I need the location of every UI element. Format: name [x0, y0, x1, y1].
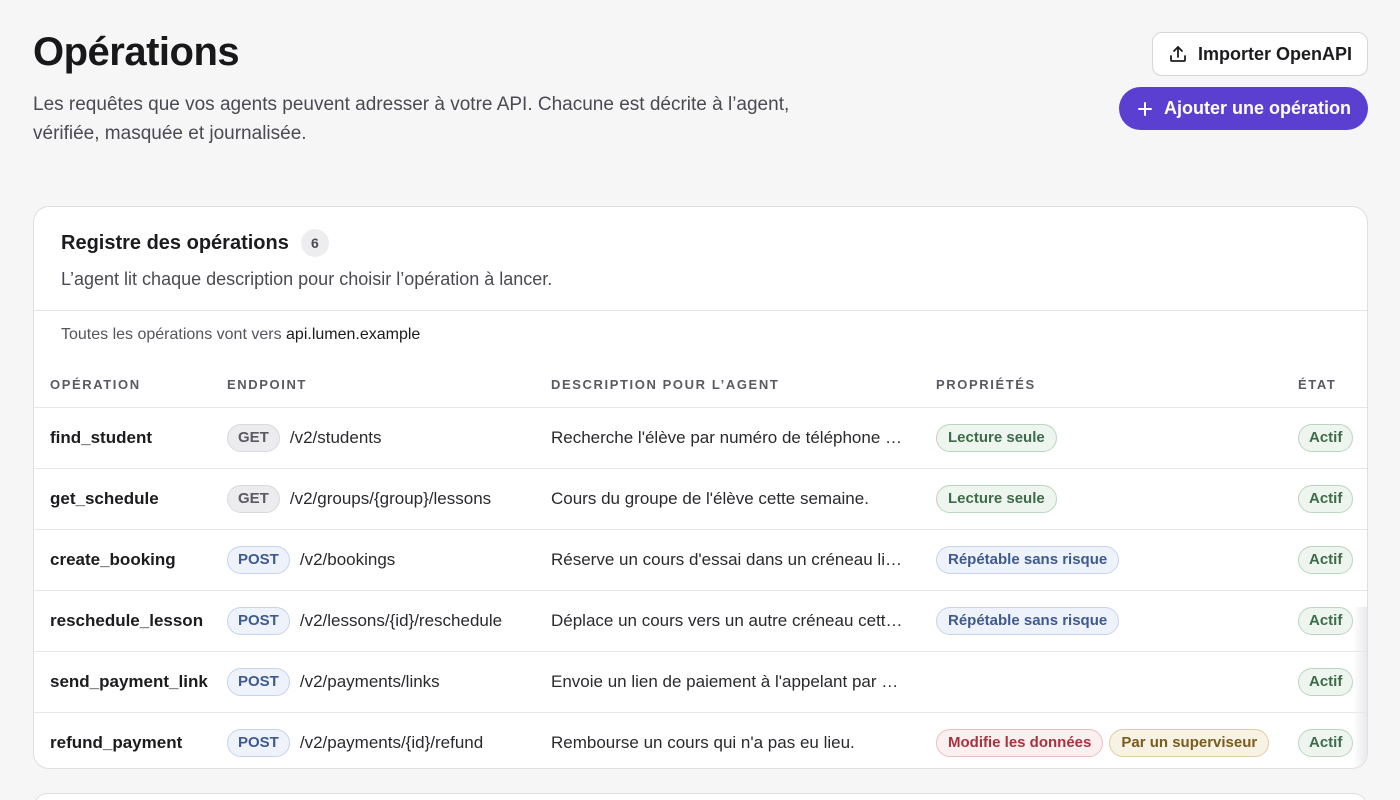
registry-title: Registre des opérations: [61, 231, 289, 254]
property-badge: Par un superviseur: [1109, 728, 1270, 757]
endpoint-path: /v2/groups/{group}/lessons: [289, 488, 492, 508]
operation-name: refund_payment: [34, 711, 227, 768]
http-method-badge: POST: [227, 667, 290, 696]
endpoint-cell: GET/v2/groups/{group}/lessons: [227, 467, 551, 529]
endpoint-cell: POST/v2/bookings: [227, 528, 551, 590]
endpoint-path: /v2/bookings: [299, 549, 396, 569]
operation-name: get_schedule: [34, 467, 227, 529]
properties-cell: Répétable sans risque: [936, 528, 1298, 590]
routing-prefix: Toutes les opérations vont vers: [61, 326, 282, 343]
operation-name: send_payment_link: [34, 650, 227, 712]
column-header-operation: OPÉRATION: [50, 377, 141, 393]
properties-cell: Répétable sans risque: [936, 589, 1298, 651]
column-header-state: ÉTAT: [1298, 377, 1337, 393]
description-cell: Recherche l'élève par numéro de téléphon…: [551, 406, 936, 468]
routing-note: Toutes les opérations vont vers api.lume…: [34, 311, 1367, 361]
operation-name: reschedule_lesson: [34, 589, 227, 651]
endpoint-cell: POST/v2/lessons/{id}/reschedule: [227, 589, 551, 651]
endpoint-path: /v2/payments/links: [299, 671, 440, 691]
status-badge[interactable]: Actif: [1298, 667, 1354, 696]
endpoint-cell: GET/v2/students: [227, 406, 551, 468]
scroll-fade: [1353, 607, 1367, 768]
add-operation-label: Ajouter une opération: [1163, 98, 1351, 118]
column-header-description: DESCRIPTION POUR L’AGENT: [551, 377, 780, 393]
page-subtitle: Les requêtes que vos agents peuvent adre…: [33, 94, 790, 144]
agent-description: Cours du groupe de l'élève cette semaine…: [551, 488, 869, 508]
agent-description: Rembourse un cours qui n'a pas eu lieu.: [551, 732, 855, 752]
operations-registry-card: Registre des opérations 6 L’agent lit ch…: [33, 206, 1368, 769]
description-cell: Envoie un lien de paiement à l'appelant …: [551, 650, 936, 712]
endpoint-path: /v2/students: [289, 427, 382, 447]
operations-table-body: find_student GET/v2/students Recherche l'é…: [34, 406, 1367, 768]
agent-description: Déplace un cours vers un autre créneau c…: [551, 610, 903, 630]
import-openapi-button[interactable]: Importer OpenAPI: [1152, 32, 1368, 76]
status-badge[interactable]: Actif: [1298, 484, 1354, 513]
status-badge[interactable]: Actif: [1298, 606, 1354, 635]
table-row[interactable]: reschedule_lesson POST/v2/lessons/{id}/re…: [34, 589, 1367, 651]
state-cell: Actif: [1298, 528, 1367, 590]
column-header-endpoint: ENDPOINT: [227, 377, 307, 393]
endpoint-path: /v2/payments/{id}/refund: [299, 732, 484, 752]
status-badge[interactable]: Actif: [1298, 423, 1354, 452]
operations-table: OPÉRATION ENDPOINT DESCRIPTION POUR L’AG…: [34, 361, 1367, 768]
plus-icon: [1136, 100, 1154, 118]
add-operation-button[interactable]: Ajouter une opération: [1119, 87, 1368, 130]
http-method-badge: POST: [227, 545, 290, 574]
property-badge: Modifie les données: [936, 728, 1104, 757]
registry-header: Registre des opérations 6 L’agent lit ch…: [34, 207, 1367, 311]
status-badge[interactable]: Actif: [1298, 545, 1354, 574]
table-row[interactable]: refund_payment POST/v2/payments/{id}/refu…: [34, 711, 1367, 768]
http-method-badge: GET: [227, 423, 280, 452]
property-badge: Lecture seule: [936, 423, 1057, 452]
table-header-row: OPÉRATION ENDPOINT DESCRIPTION POUR L’AG…: [34, 361, 1367, 407]
endpoint-cell: POST/v2/payments/{id}/refund: [227, 711, 551, 768]
http-method-badge: GET: [227, 484, 280, 513]
state-cell: Actif: [1298, 467, 1367, 529]
table-row[interactable]: create_booking POST/v2/bookings Réserve un…: [34, 528, 1367, 590]
property-badge: Répétable sans risque: [936, 606, 1120, 635]
state-cell: Actif: [1298, 406, 1367, 468]
routing-host: api.lumen.example: [286, 326, 421, 343]
upload-icon: [1168, 44, 1188, 64]
registry-description: L’agent lit chaque description pour choi…: [61, 269, 553, 289]
description-cell: Réserve un cours d'essai dans un créneau…: [551, 528, 936, 590]
properties-cell: Lecture seule: [936, 406, 1298, 468]
http-method-badge: POST: [227, 728, 290, 757]
status-badge[interactable]: Actif: [1298, 728, 1354, 757]
description-cell: Déplace un cours vers un autre créneau c…: [551, 589, 936, 651]
table-row[interactable]: send_payment_link POST/v2/payments/links E…: [34, 650, 1367, 712]
operation-name: find_student: [34, 406, 227, 468]
description-cell: Rembourse un cours qui n'a pas eu lieu.: [551, 711, 936, 768]
operation-name: create_booking: [34, 528, 227, 590]
endpoint-path: /v2/lessons/{id}/reschedule: [299, 610, 503, 630]
properties-cell: Lecture seule: [936, 467, 1298, 529]
http-method-badge: POST: [227, 606, 290, 635]
agent-description: Recherche l'élève par numéro de téléphon…: [551, 427, 911, 447]
import-openapi-label: Importer OpenAPI: [1197, 43, 1353, 64]
property-badge: Lecture seule: [936, 484, 1057, 513]
agent-description: Envoie un lien de paiement à l'appelant …: [551, 671, 899, 691]
table-row[interactable]: get_schedule GET/v2/groups/{group}/lesson…: [34, 467, 1367, 529]
properties-cell: Modifie les données Par un superviseur: [936, 711, 1298, 768]
property-badge: Répétable sans risque: [936, 545, 1120, 574]
agent-description: Réserve un cours d'essai dans un créneau…: [551, 549, 911, 569]
operation-count-badge: 6: [300, 229, 329, 257]
table-row[interactable]: find_student GET/v2/students Recherche l'é…: [34, 406, 1367, 468]
properties-cell: [936, 650, 1298, 712]
column-header-properties: PROPRIÉTÉS: [936, 377, 1036, 393]
description-cell: Cours du groupe de l'élève cette semaine…: [551, 467, 936, 529]
endpoint-cell: POST/v2/payments/links: [227, 650, 551, 712]
next-section-card: [33, 793, 1368, 800]
page-header: Opérations Les requêtes que vos agents p…: [33, 28, 1368, 148]
